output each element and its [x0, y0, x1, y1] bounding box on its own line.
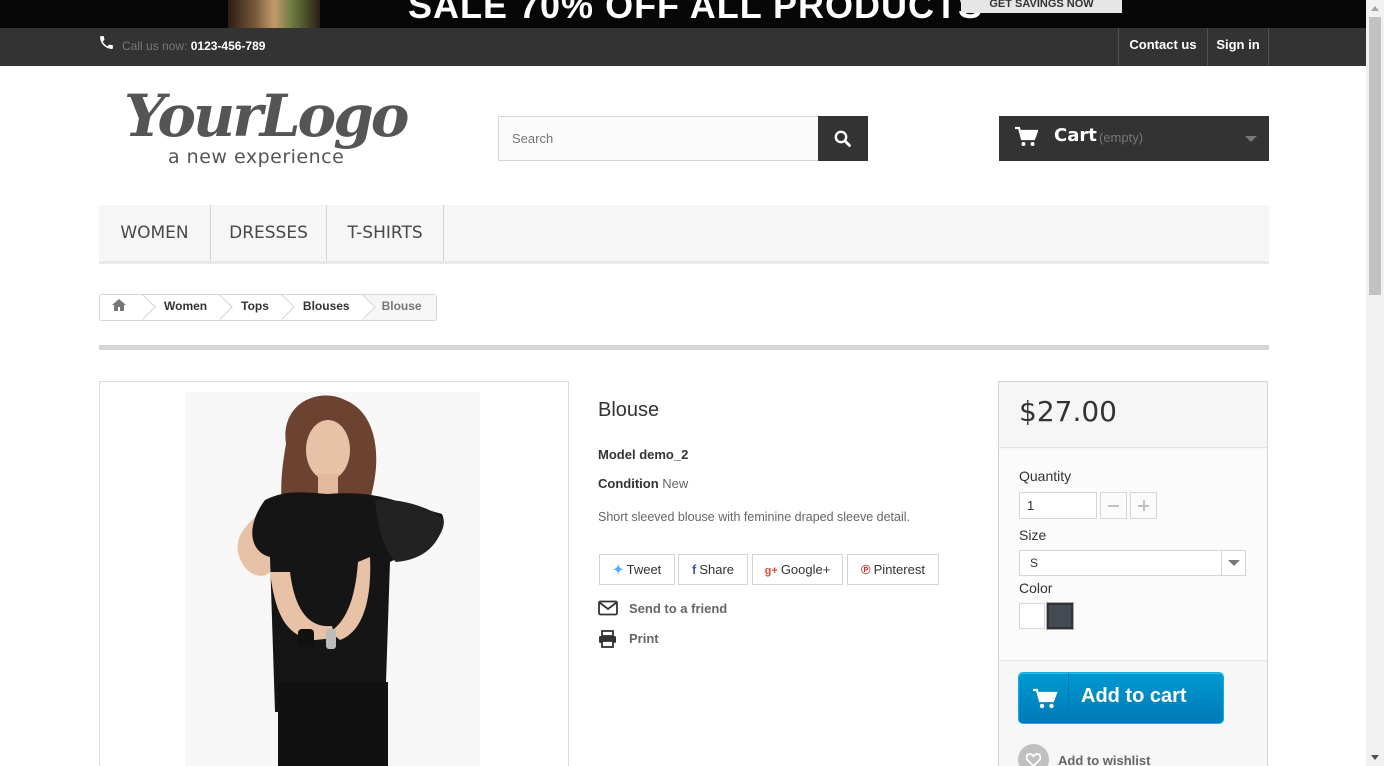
facebook-share-button[interactable]: f Share: [678, 554, 748, 585]
tweet-button[interactable]: ✦ Tweet: [599, 554, 675, 585]
price-box: $27.00: [999, 382, 1267, 448]
breadcrumb-blouses[interactable]: Blouses: [282, 295, 364, 320]
model-photo: [185, 392, 480, 766]
heart-icon: [1018, 744, 1049, 766]
main-menu: WOMEN DRESSES T-SHIRTS: [99, 205, 1269, 264]
add-to-cart-label: Add to cart: [1081, 685, 1187, 707]
cart-icon: [1015, 126, 1038, 146]
scroll-thumb[interactable]: [1369, 17, 1381, 295]
condition-label: Condition: [598, 476, 659, 491]
print-label: Print: [629, 631, 659, 646]
banner-text: SALE 70% OFF ALL PRODUCTS: [408, 0, 984, 26]
facebook-icon: f: [691, 562, 697, 577]
googleplus-button[interactable]: g+ Google+: [752, 554, 843, 585]
phone-icon: [100, 36, 113, 49]
twitter-icon: ✦: [612, 562, 624, 577]
product-description: Short sleeved blouse with feminine drape…: [598, 510, 910, 524]
color-swatch-white[interactable]: [1019, 603, 1045, 629]
section-divider: [99, 345, 1269, 350]
product-model: Model demo_2: [598, 447, 688, 462]
menu-item-tshirts[interactable]: T-SHIRTS: [327, 205, 444, 261]
add-to-cart-button[interactable]: Add to cart: [1018, 672, 1224, 724]
color-swatch-dark[interactable]: [1046, 602, 1074, 630]
googleplus-label: Google+: [780, 562, 831, 577]
breadcrumb-home[interactable]: [100, 295, 144, 320]
pinterest-icon: ℗: [861, 562, 871, 577]
quantity-input[interactable]: 1: [1019, 492, 1097, 519]
banner-cta-button[interactable]: GET SAVINGS NOW: [961, 0, 1122, 13]
search-input[interactable]: Search: [498, 116, 819, 161]
condition-value: New: [662, 476, 689, 491]
cart-label: Cart: [1054, 125, 1097, 146]
search-button[interactable]: [818, 116, 868, 161]
model-label: Model: [598, 447, 636, 462]
pinterest-button[interactable]: ℗ Pinterest: [847, 554, 939, 585]
print-icon: [599, 630, 616, 648]
logo-tagline: a new experience: [168, 146, 345, 168]
quantity-decrease-button[interactable]: [1100, 492, 1127, 519]
size-label: Size: [1019, 527, 1047, 543]
sign-in-link[interactable]: Sign in: [1207, 28, 1269, 66]
cart-icon: [1019, 673, 1069, 723]
pinterest-label: Pinterest: [873, 562, 925, 577]
product-image[interactable]: [99, 381, 569, 766]
envelope-icon: [598, 600, 618, 616]
search-icon: [834, 130, 851, 147]
phone-number: 0123-456-789: [190, 39, 266, 53]
top-nav: Call us now: 0123-456-789 Contact us Sig…: [0, 28, 1366, 66]
model-value: demo_2: [639, 447, 689, 462]
add-to-wishlist-label: Add to wishlist: [1058, 753, 1151, 766]
product-options: Quantity 1 Size S Color: [999, 449, 1267, 661]
page-scrollbar[interactable]: [1366, 0, 1384, 766]
contact-us-link[interactable]: Contact us: [1118, 28, 1207, 66]
chevron-down-icon: [1221, 551, 1245, 575]
cart-status: (empty): [1099, 130, 1144, 145]
product-condition: Condition New: [598, 476, 688, 491]
tweet-label: Tweet: [626, 562, 662, 577]
call-us-label: Call us now:: [122, 39, 188, 53]
top-banner[interactable]: SALE 70% OFF ALL PRODUCTS GET SAVINGS NO…: [0, 0, 1366, 28]
call-us-text: Call us now: 0123-456-789: [122, 39, 265, 53]
product-price: $27.00: [1019, 395, 1117, 428]
chevron-down-icon: [1245, 136, 1257, 142]
size-select[interactable]: S: [1019, 550, 1246, 576]
size-value: S: [1030, 556, 1039, 570]
buy-panel: $27.00 Quantity 1 Size S Color Add to ca…: [998, 381, 1268, 766]
scroll-down-icon[interactable]: [1371, 755, 1379, 760]
home-icon: [112, 299, 126, 311]
scroll-up-icon[interactable]: [1371, 6, 1379, 11]
menu-item-dresses[interactable]: DRESSES: [211, 205, 327, 261]
breadcrumb-women[interactable]: Women: [144, 295, 222, 320]
menu-item-women[interactable]: WOMEN: [99, 205, 211, 261]
share-label: Share: [699, 562, 735, 577]
product-title: Blouse: [598, 399, 660, 421]
cart-dropdown[interactable]: Cart (empty): [999, 116, 1269, 161]
color-label: Color: [1019, 580, 1053, 596]
breadcrumb: Women Tops Blouses Blouse: [99, 294, 437, 321]
quantity-label: Quantity: [1019, 468, 1072, 484]
send-to-friend-label: Send to a friend: [629, 601, 728, 616]
logo-main-text: YourLogo: [124, 82, 409, 150]
googleplus-icon: g+: [764, 565, 778, 577]
site-logo[interactable]: YourLogo a new experience: [122, 82, 412, 172]
banner-model-image: [228, 0, 320, 28]
quantity-increase-button[interactable]: [1130, 492, 1157, 519]
